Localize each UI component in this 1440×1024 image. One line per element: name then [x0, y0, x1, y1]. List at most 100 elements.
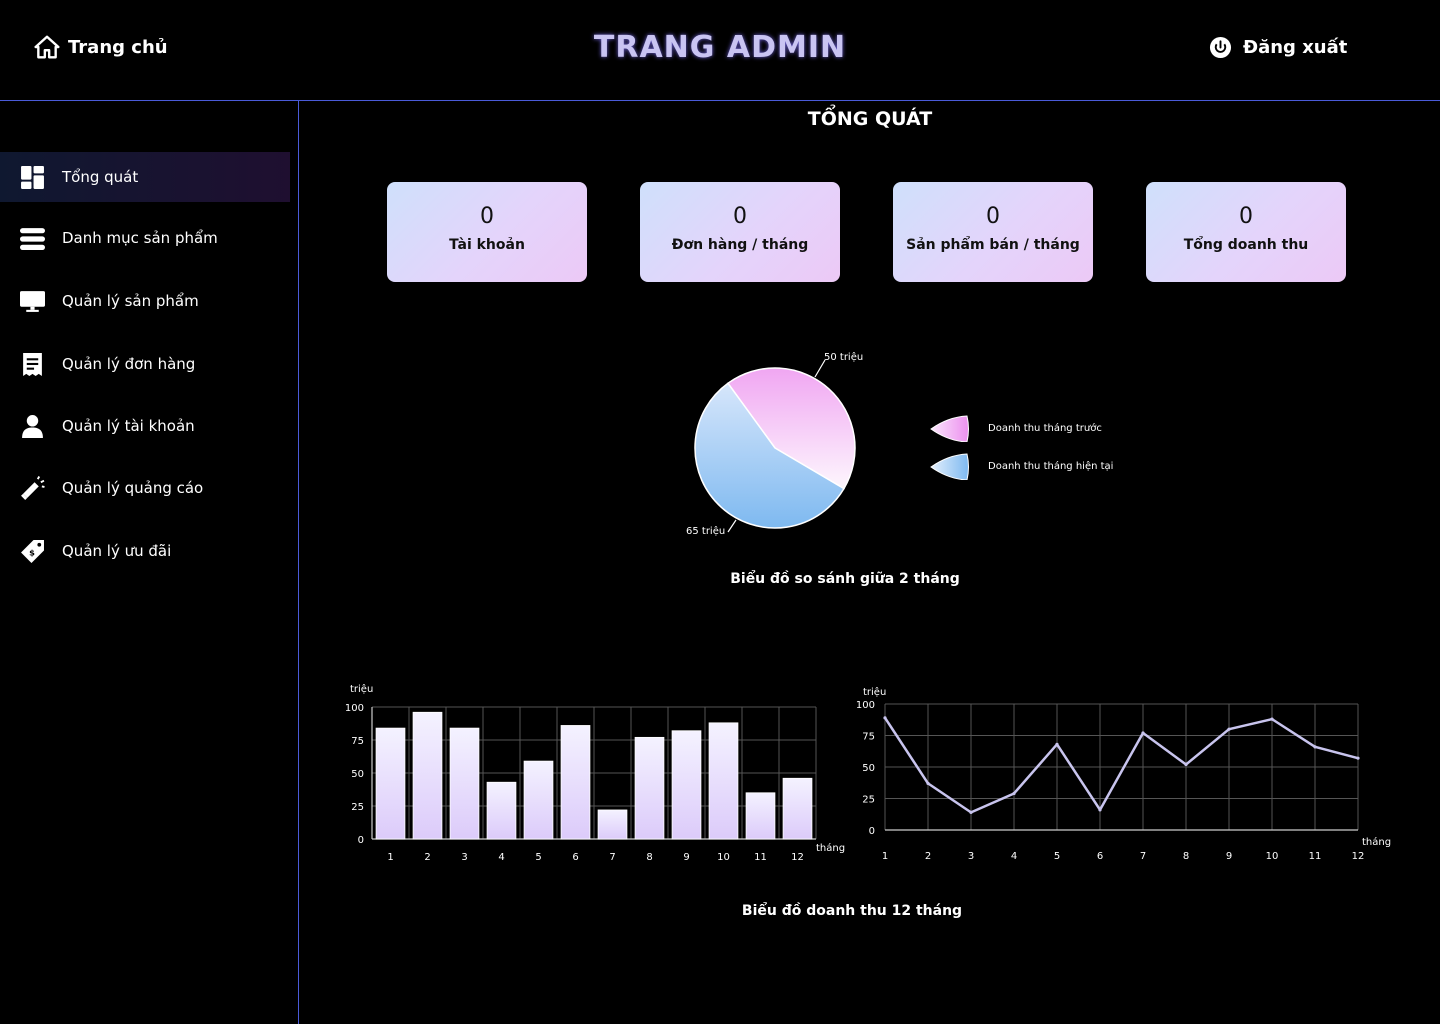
bar: [708, 722, 739, 840]
x-axis-label: tháng: [816, 842, 845, 854]
list-icon: [20, 227, 45, 250]
line-point: [969, 810, 973, 814]
legend-label: Doanh thu tháng trước: [988, 422, 1102, 434]
sidebar-item-categories[interactable]: Danh mục sản phẩm: [0, 213, 290, 263]
x-tick-label: 3: [461, 852, 467, 863]
sidebar-item-label: Danh mục sản phẩm: [62, 229, 218, 247]
x-tick-label: 2: [424, 852, 430, 863]
x-tick-label: 7: [609, 852, 615, 863]
sidebar-item-label: Quản lý tài khoản: [62, 417, 195, 435]
x-tick-label: 1: [387, 852, 393, 863]
y-tick-label: 25: [862, 795, 875, 806]
x-tick-label: 4: [1011, 851, 1017, 862]
y-axis-label: triệu: [350, 683, 373, 695]
bar: [523, 760, 554, 840]
x-tick-label: 11: [754, 852, 767, 863]
monitor-icon: [20, 290, 45, 312]
x-tick-label: 5: [535, 852, 541, 863]
stat-card-products-sold: 0 Sản phẩm bán / tháng: [893, 182, 1093, 282]
bar-chart: 02550751001 2 3 4 5 6 7 8 9 10 11 12 triệu tháng: [345, 683, 845, 863]
line-point: [1184, 762, 1188, 767]
x-tick-label: 7: [1140, 851, 1146, 862]
x-tick-label: 9: [683, 852, 689, 863]
stat-label: Tổng doanh thu: [1183, 237, 1309, 253]
user-icon: [22, 414, 43, 438]
stat-label: Đơn hàng / tháng: [671, 237, 809, 253]
discount-tag-icon: $: [21, 539, 44, 563]
receipt-icon: [23, 352, 42, 376]
stat-label: Sản phẩm bán / tháng: [906, 237, 1080, 253]
line-point: [883, 716, 887, 720]
bar: [375, 727, 406, 840]
stat-value: 0: [480, 204, 494, 229]
pie-data-label: 65 triệu: [686, 525, 725, 537]
dashboard-icon: [21, 165, 44, 189]
y-tick-label: 100: [345, 703, 364, 714]
x-tick-label: 4: [498, 852, 504, 863]
pie-chart: 50 triệu 65 triệu: [686, 351, 863, 537]
legend-swatch: [930, 453, 969, 480]
bar: [486, 781, 517, 840]
y-axis-label: triệu: [863, 686, 886, 698]
logout-button[interactable]: Đăng xuất: [1209, 36, 1347, 59]
top-bar: Trang chủ TRANG ADMIN Đăng xuất: [0, 0, 1440, 101]
sidebar-item-overview[interactable]: Tổng quát: [0, 152, 290, 202]
bar: [560, 725, 591, 840]
x-tick-label: 3: [968, 851, 974, 862]
pie-data-label: 50 triệu: [824, 351, 863, 363]
x-tick-label: 5: [1054, 851, 1060, 862]
megaphone-icon: [21, 475, 45, 500]
line-point: [1055, 742, 1059, 746]
sidebar-item-label: Quản lý quảng cáo: [62, 479, 204, 497]
legend-label: Doanh thu tháng hiện tại: [988, 460, 1114, 472]
y-tick-label: 75: [351, 736, 364, 747]
line-point: [926, 781, 930, 785]
stat-card-accounts: 0 Tài khoản: [387, 182, 587, 282]
line-point: [1227, 727, 1231, 731]
stat-card-total-revenue: 0 Tổng doanh thu: [1146, 182, 1346, 282]
pie-chart-caption: Biểu đồ so sánh giữa 2 tháng: [730, 571, 960, 587]
line-chart-tick-labels: 02550751001 2 3 4 5 6 7 8 9 10 11 12: [856, 700, 1364, 862]
x-tick-label: 6: [1097, 851, 1103, 862]
x-tick-label: 9: [1226, 851, 1232, 862]
stat-value: 0: [1239, 204, 1253, 229]
y-tick-label: 25: [351, 802, 364, 813]
logout-label: Đăng xuất: [1243, 37, 1348, 58]
sidebar-item-orders[interactable]: Quản lý đơn hàng: [0, 339, 290, 389]
x-tick-label: 10: [717, 852, 730, 863]
y-tick-label: 75: [862, 732, 875, 743]
x-tick-label: 12: [791, 852, 804, 863]
power-icon: [1209, 36, 1232, 59]
bar: [634, 736, 665, 840]
pie-leader-line: [727, 519, 737, 533]
x-tick-label: 2: [925, 851, 931, 862]
stat-label: Tài khoản: [449, 237, 525, 253]
y-tick-label: 50: [862, 763, 875, 774]
sidebar-item-promotions[interactable]: $ Quản lý ưu đãi: [0, 526, 290, 576]
bar: [597, 809, 628, 840]
x-axis-label: tháng: [1362, 836, 1391, 848]
bar: [671, 730, 702, 840]
x-tick-label: 12: [1352, 851, 1365, 862]
legend-swatch: [930, 415, 969, 442]
x-tick-label: 10: [1266, 851, 1279, 862]
y-tick-label: 0: [358, 835, 364, 846]
legend-item-current-month: Doanh thu tháng hiện tại: [930, 452, 1113, 480]
bar: [449, 727, 480, 840]
line-chart-grid: [884, 703, 1359, 831]
y-tick-label: 50: [351, 769, 364, 780]
line-point: [1098, 808, 1102, 812]
sidebar-item-ads[interactable]: Quản lý quảng cáo: [0, 463, 290, 513]
bar: [745, 792, 776, 840]
x-tick-label: 6: [572, 852, 578, 863]
y-tick-label: 100: [856, 700, 875, 711]
sidebar-item-label: Quản lý đơn hàng: [62, 355, 196, 373]
stat-card-orders: 0 Đơn hàng / tháng: [640, 182, 840, 282]
line-point: [1012, 791, 1016, 796]
sidebar-item-accounts[interactable]: Quản lý tài khoản: [0, 401, 290, 451]
sidebar-item-products[interactable]: Quản lý sản phẩm: [0, 276, 290, 326]
x-tick-label: 1: [882, 851, 888, 862]
stat-value: 0: [986, 204, 1000, 229]
line-point: [1270, 717, 1274, 721]
svg-text:$: $: [29, 547, 35, 557]
